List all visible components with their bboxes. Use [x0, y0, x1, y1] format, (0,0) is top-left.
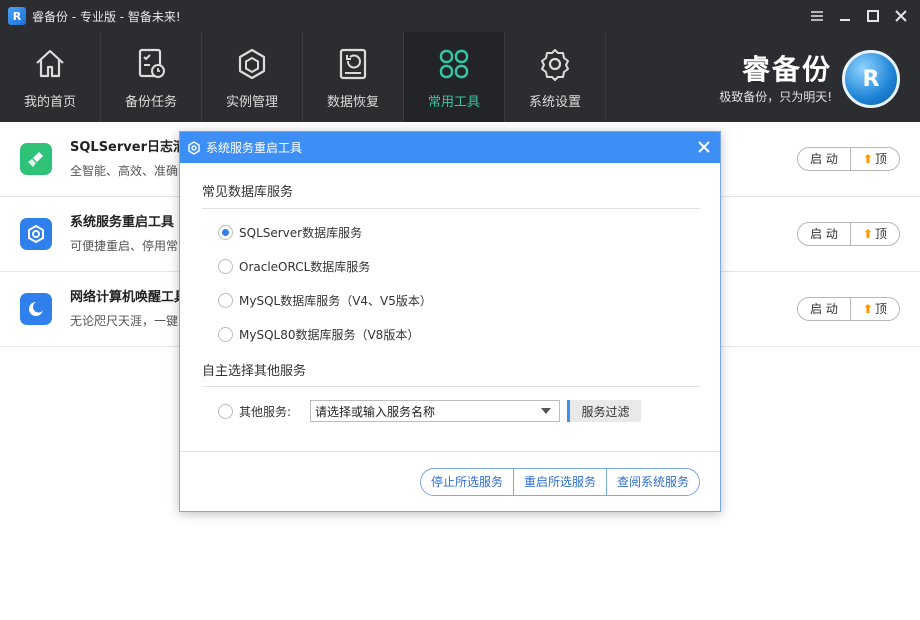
- pin-top-button[interactable]: ⬆ 顶: [849, 223, 899, 245]
- radio-sqlserver[interactable]: SQLServer数据库服务: [218, 224, 362, 241]
- radio-oracle[interactable]: OracleORCL数据库服务: [218, 258, 370, 275]
- nav-backup-task[interactable]: 备份任务: [101, 32, 202, 122]
- arrow-up-icon: ⬆: [862, 152, 873, 166]
- dialog-header: 系统服务重启工具: [180, 132, 720, 163]
- service-name-combobox[interactable]: 请选择或输入服务名称: [310, 400, 560, 422]
- section-divider: [202, 386, 700, 387]
- maximize-icon[interactable]: [862, 5, 884, 27]
- section-title-custom: 自主选择其他服务: [202, 364, 307, 379]
- radio-button[interactable]: [218, 225, 233, 240]
- radio-button[interactable]: [218, 293, 233, 308]
- close-icon[interactable]: [890, 5, 912, 27]
- start-button[interactable]: 启 动: [798, 223, 850, 245]
- nav-restore[interactable]: 数据恢复: [303, 32, 404, 122]
- task-icon: [138, 48, 165, 78]
- arrow-up-icon: ⬆: [862, 227, 873, 241]
- title-bar: R 睿备份 - 专业版 - 智备未来!: [0, 0, 920, 32]
- brand-name: 睿备份: [741, 52, 832, 86]
- radio-button[interactable]: [218, 404, 233, 419]
- nav-label: 数据恢复: [326, 95, 379, 110]
- radio-label: OracleORCL数据库服务: [239, 260, 371, 274]
- dialog-title: 系统服务重启工具: [206, 141, 303, 155]
- brand-logo-icon: R: [842, 50, 900, 108]
- brand-slogan: 极致备份，只为明天!: [719, 89, 832, 104]
- nav-home[interactable]: 我的首页: [0, 32, 101, 122]
- restore-icon: [339, 48, 367, 80]
- close-icon[interactable]: [696, 139, 712, 155]
- main-nav: 我的首页 备份任务 实例管理 数据恢复 常用工具 系统设置 睿备份 极致备份，只…: [0, 32, 920, 122]
- nav-label: 实例管理: [225, 95, 278, 110]
- menu-icon[interactable]: [806, 5, 828, 27]
- tool-actions: 启 动 ⬆ 顶: [797, 147, 900, 171]
- browse-services-button[interactable]: 查阅系统服务: [605, 469, 699, 495]
- moon-icon: [20, 293, 52, 325]
- window-controls: [806, 0, 912, 32]
- tool-desc: 可便捷重启、停用常: [70, 239, 179, 253]
- nav-label: 备份任务: [124, 95, 177, 110]
- gear-icon: [541, 49, 569, 81]
- arrow-up-icon: ⬆: [862, 302, 873, 316]
- tool-actions: 启 动 ⬆ 顶: [797, 297, 900, 321]
- chevron-down-icon[interactable]: [541, 408, 551, 414]
- radio-other-service[interactable]: 其他服务:: [218, 403, 291, 420]
- pin-top-button[interactable]: ⬆ 顶: [849, 298, 899, 320]
- nav-instance[interactable]: 实例管理: [202, 32, 303, 122]
- minimize-icon[interactable]: [834, 5, 856, 27]
- brand: 睿备份 极致备份，只为明天! R: [719, 50, 900, 108]
- radio-button[interactable]: [218, 259, 233, 274]
- tool-actions: 启 动 ⬆ 顶: [797, 222, 900, 246]
- service-filter-button[interactable]: 服务过滤: [567, 400, 641, 422]
- combo-value: 请选择或输入服务名称: [315, 404, 436, 419]
- hex-service-icon: [188, 140, 200, 155]
- app-logo-icon: R: [8, 7, 26, 25]
- home-icon: [36, 49, 64, 78]
- section-divider: [202, 208, 700, 209]
- radio-label: MySQL80数据库服务（V8版本）: [239, 328, 420, 342]
- window-title: 睿备份 - 专业版 - 智备未来!: [32, 9, 181, 24]
- nav-tools[interactable]: 常用工具: [404, 32, 505, 122]
- nav-label: 系统设置: [528, 95, 581, 110]
- dialog-actions: 停止所选服务 重启所选服务 查阅系统服务: [419, 468, 700, 496]
- hex-service-icon: [20, 218, 52, 250]
- service-restart-dialog: 系统服务重启工具 常见数据库服务 SQLServer数据库服务 OracleOR…: [179, 131, 721, 512]
- instance-icon: [238, 48, 266, 80]
- radio-label: 其他服务:: [239, 405, 292, 419]
- stop-service-button[interactable]: 停止所选服务: [421, 469, 513, 495]
- tool-desc: 全智能、高效、准确: [70, 164, 179, 178]
- broom-icon: [20, 143, 52, 175]
- tool-title: 网络计算机唤醒工具: [70, 290, 188, 305]
- tool-desc: 无论咫尺天涯，一键: [70, 314, 179, 328]
- tool-title: 系统服务重启工具: [70, 215, 175, 230]
- restart-service-button[interactable]: 重启所选服务: [512, 469, 606, 495]
- tools-icon: [439, 49, 469, 79]
- nav-settings[interactable]: 系统设置: [505, 32, 606, 122]
- nav-label: 我的首页: [23, 95, 76, 110]
- nav-label: 常用工具: [427, 95, 480, 110]
- radio-button[interactable]: [218, 327, 233, 342]
- radio-label: SQLServer数据库服务: [239, 226, 363, 240]
- radio-mysql80[interactable]: MySQL80数据库服务（V8版本）: [218, 326, 419, 343]
- radio-label: MySQL数据库服务（V4、V5版本）: [239, 294, 432, 308]
- tool-title: SQLServer日志清: [70, 140, 186, 155]
- pin-top-button[interactable]: ⬆ 顶: [849, 148, 899, 170]
- radio-mysql[interactable]: MySQL数据库服务（V4、V5版本）: [218, 292, 432, 309]
- footer-divider: [180, 451, 720, 452]
- start-button[interactable]: 启 动: [798, 148, 850, 170]
- start-button[interactable]: 启 动: [798, 298, 850, 320]
- brand-text: 睿备份 极致备份，只为明天!: [719, 52, 832, 105]
- section-title-common: 常见数据库服务: [202, 185, 294, 200]
